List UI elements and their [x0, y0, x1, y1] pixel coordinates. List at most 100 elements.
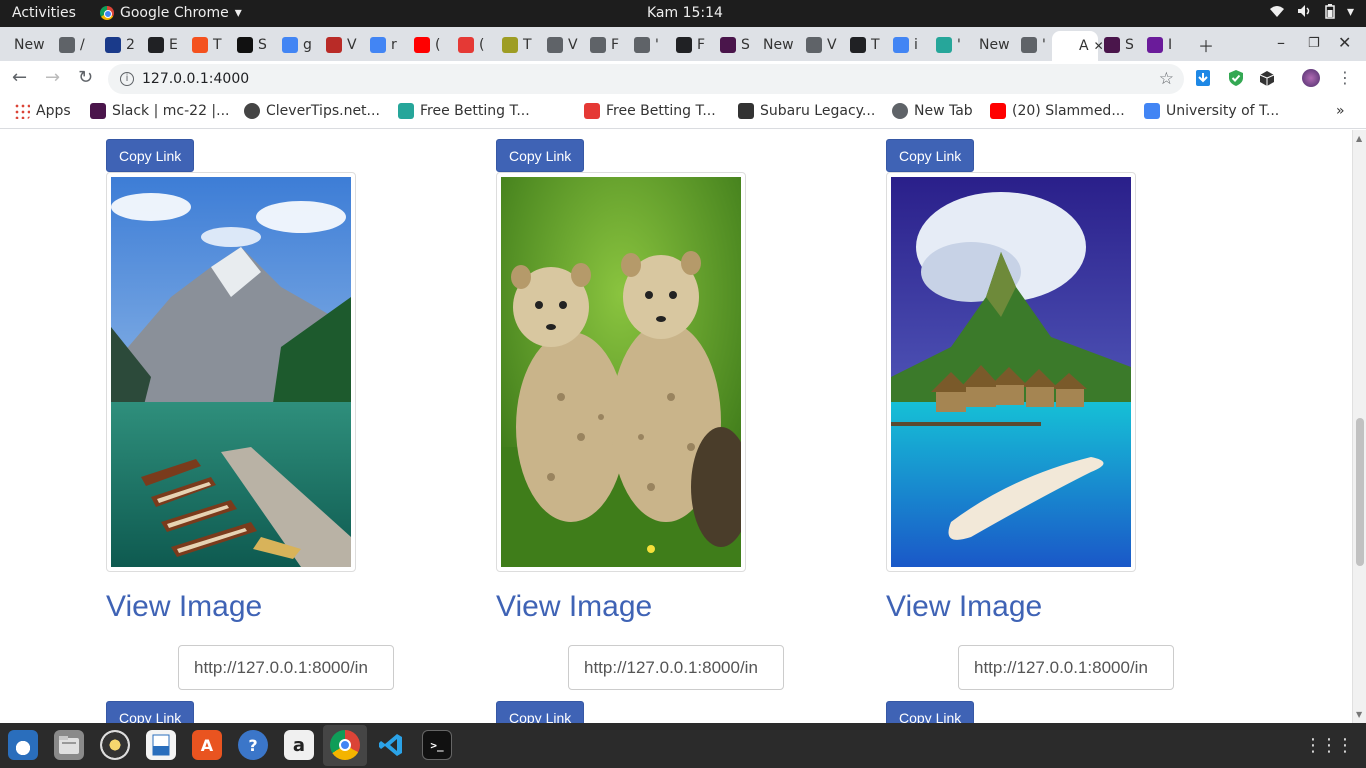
terminal-icon[interactable]: >_ [422, 730, 452, 760]
image-url-field[interactable]: http://127.0.0.1:8000/in [178, 645, 394, 690]
scroll-down-arrow[interactable]: ▼ [1356, 710, 1362, 719]
chrome-dock-icon[interactable] [330, 730, 360, 760]
address-bar[interactable]: i 127.0.0.1:4000 ☆ [108, 64, 1184, 94]
scroll-up-arrow[interactable]: ▲ [1356, 134, 1362, 143]
download-extension-icon[interactable] [1194, 69, 1212, 87]
view-image-link[interactable]: View Image [496, 590, 652, 624]
volume-icon [1297, 4, 1313, 23]
copy-link-button[interactable]: Copy Link [886, 139, 975, 172]
browser-tab[interactable]: 2 [99, 31, 139, 59]
profile-avatar[interactable] [1302, 69, 1320, 87]
system-tray[interactable]: ▾ [1269, 4, 1354, 23]
browser-tab[interactable]: ' [628, 31, 668, 59]
cube-extension-icon[interactable] [1258, 69, 1276, 87]
image-mountain-lake-boats [111, 177, 351, 567]
bookmark-label: Free Betting T... [420, 103, 530, 119]
browser-tab[interactable]: / [53, 31, 93, 59]
browser-tab[interactable]: New [8, 31, 48, 59]
bookmark-item[interactable]: Free Betting T... [584, 103, 716, 119]
copy-link-button[interactable]: Copy Link [496, 139, 585, 172]
browser-tab[interactable]: A ✕ [1052, 31, 1104, 61]
browser-tab[interactable]: ( [408, 31, 448, 59]
power-menu-icon: ▾ [1346, 4, 1354, 20]
tab-title: r [391, 37, 397, 53]
new-tab-button[interactable]: ＋ [1198, 33, 1214, 57]
browser-tab[interactable]: E [142, 31, 182, 59]
vscode-icon[interactable] [376, 730, 406, 760]
browser-tab[interactable]: V [800, 31, 840, 59]
ubuntu-software-icon[interactable]: A [192, 730, 222, 760]
view-image-link[interactable]: View Image [886, 590, 1042, 624]
page-viewport: Copy Link View Image http://127.0.0.1:8000… [0, 130, 1352, 723]
help-icon[interactable]: ? [238, 730, 268, 760]
scrollbar-thumb[interactable] [1356, 418, 1364, 566]
copy-link-button[interactable]: Copy Link [886, 701, 975, 723]
bookmark-item[interactable]: (20) Slammed... [990, 103, 1125, 119]
browser-tab[interactable]: S [1098, 31, 1138, 59]
browser-tab[interactable]: ' [1015, 31, 1055, 59]
copy-link-button[interactable]: Copy Link [496, 701, 585, 723]
tab-favicon-icon [590, 37, 606, 53]
browser-tab[interactable]: V [320, 31, 360, 59]
back-button[interactable]: ← [12, 67, 27, 88]
activities-button[interactable]: Activities [12, 5, 76, 21]
clock[interactable]: Kam 15:14 [647, 5, 723, 21]
forward-button[interactable]: → [45, 67, 60, 88]
view-image-link[interactable]: View Image [106, 590, 262, 624]
site-info-icon[interactable]: i [120, 72, 134, 86]
browser-tab[interactable]: g [276, 31, 316, 59]
bookmark-label: Subaru Legacy... [760, 103, 876, 119]
copy-link-button[interactable]: Copy Link [106, 701, 195, 723]
image-thumbnail[interactable] [106, 172, 356, 572]
browser-tab[interactable]: i [887, 31, 927, 59]
browser-tab[interactable]: T [186, 31, 226, 59]
browser-tab[interactable]: S [231, 31, 271, 59]
browser-tab[interactable]: S [714, 31, 754, 59]
show-applications-icon[interactable]: ⋮⋮⋮ [1304, 735, 1354, 756]
restore-button[interactable]: ❐ [1308, 36, 1320, 51]
image-thumbnail[interactable] [886, 172, 1136, 572]
bookmark-item[interactable]: University of T... [1144, 103, 1279, 119]
page-scrollbar[interactable]: ▲ ▼ [1352, 130, 1366, 723]
browser-tab[interactable]: ( [452, 31, 492, 59]
browser-tab[interactable]: T [844, 31, 884, 59]
shield-extension-icon[interactable] [1227, 69, 1245, 87]
bookmark-item[interactable]: Free Betting T... [398, 103, 530, 119]
tab-favicon-icon [370, 37, 386, 53]
copy-link-button[interactable]: Copy Link [106, 139, 195, 172]
app-menu[interactable]: Google Chrome ▾ [100, 5, 242, 21]
bookmark-item[interactable]: Apps [14, 103, 71, 119]
chrome-menu-icon[interactable]: ⋮ [1337, 68, 1353, 87]
browser-tab[interactable]: New [757, 31, 797, 59]
reload-button[interactable]: ↻ [78, 67, 93, 88]
tab-title: T [213, 37, 222, 53]
image-thumbnail[interactable] [496, 172, 746, 572]
browser-tab[interactable]: r [364, 31, 404, 59]
amazon-icon[interactable]: a [284, 730, 314, 760]
bookmark-star-icon[interactable]: ☆ [1159, 69, 1174, 89]
bookmark-item[interactable]: Slack | mc-22 |... [90, 103, 230, 119]
tab-title: E [169, 37, 178, 53]
files-icon[interactable] [54, 730, 84, 760]
browser-tab[interactable]: V [541, 31, 581, 59]
libreoffice-writer-icon[interactable] [146, 730, 176, 760]
minimize-button[interactable]: – [1277, 33, 1285, 52]
browser-tab[interactable]: T [496, 31, 536, 59]
bookmark-favicon-icon [738, 103, 754, 119]
browser-tab[interactable]: F [584, 31, 624, 59]
image-url-field[interactable]: http://127.0.0.1:8000/in [958, 645, 1174, 690]
tab-favicon-icon [1147, 37, 1163, 53]
bookmark-item[interactable]: New Tab [892, 103, 973, 119]
thunderbird-icon[interactable] [8, 730, 38, 760]
browser-tab[interactable]: F [670, 31, 710, 59]
close-window-button[interactable]: ✕ [1338, 33, 1351, 52]
browser-tab[interactable]: New [973, 31, 1013, 59]
image-url-field[interactable]: http://127.0.0.1:8000/in [568, 645, 784, 690]
bookmarks-overflow-icon[interactable]: » [1336, 103, 1345, 119]
tab-favicon-icon [192, 37, 208, 53]
browser-tab[interactable]: I [1141, 31, 1181, 59]
bookmark-item[interactable]: Subaru Legacy... [738, 103, 875, 119]
browser-tab[interactable]: ' [930, 31, 970, 59]
rhythmbox-icon[interactable] [100, 730, 130, 760]
bookmark-item[interactable]: CleverTips.net... [244, 103, 380, 119]
